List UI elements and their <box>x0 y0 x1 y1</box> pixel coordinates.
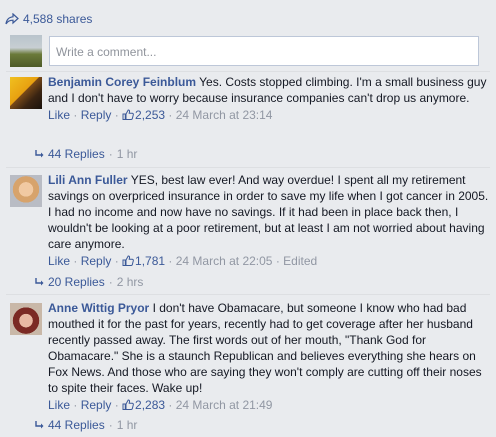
share-arrow-icon <box>5 13 19 25</box>
comment-timestamp[interactable]: 24 March at 21:49 <box>176 398 273 412</box>
author-name[interactable]: Anne Wittig Pryor <box>48 301 149 315</box>
like-count[interactable]: 2,283 <box>122 398 165 412</box>
reply-arrow-icon <box>35 149 44 157</box>
replies-toggle[interactable]: 44 Replies · 1 hr <box>35 417 137 433</box>
shares-count[interactable]: 4,588 shares <box>5 10 92 28</box>
like-count-value: 2,253 <box>135 108 166 122</box>
like-count[interactable]: 1,781 <box>122 254 165 268</box>
divider <box>6 167 490 168</box>
shares-label: 4,588 shares <box>23 12 93 26</box>
replies-count[interactable]: 44 Replies <box>48 418 105 432</box>
comment-actions: Like · Reply · 2,283 · 24 March at 21:49 <box>48 398 273 412</box>
like-count-value: 2,283 <box>135 398 166 412</box>
like-count[interactable]: 2,253 <box>122 108 165 122</box>
comment-actions: Like · Reply · 2,253 · 24 March at 23:14 <box>48 108 273 122</box>
replies-age: 2 hrs <box>116 275 144 289</box>
replies-toggle[interactable]: 44 Replies · 1 hr <box>35 146 137 162</box>
thumbs-up-icon <box>122 399 134 410</box>
comment-text: I don't have Obamacare, but someone I kn… <box>48 301 482 395</box>
edited-label[interactable]: Edited <box>283 254 317 268</box>
like-link[interactable]: Like <box>48 398 70 412</box>
like-count-value: 1,781 <box>135 254 166 268</box>
comment-timestamp[interactable]: 24 March at 22:05 <box>176 254 273 268</box>
replies-count[interactable]: 44 Replies <box>48 147 105 161</box>
reply-arrow-icon <box>35 277 44 285</box>
divider <box>6 294 490 295</box>
author-name[interactable]: Benjamin Corey Feinblum <box>48 75 196 89</box>
replies-toggle[interactable]: 20 Replies · 2 hrs <box>35 274 143 290</box>
comment-input[interactable]: Write a comment... <box>49 36 479 66</box>
reply-link[interactable]: Reply <box>81 108 112 122</box>
commenter-avatar[interactable] <box>10 175 42 207</box>
commenter-avatar[interactable] <box>10 77 42 109</box>
comment-text-block: Anne Wittig Pryor I don't have Obamacare… <box>48 300 490 396</box>
thumbs-up-icon <box>122 255 134 266</box>
replies-age: 1 hr <box>116 418 138 432</box>
reply-arrow-icon <box>35 420 44 428</box>
thumbs-up-icon <box>122 109 134 120</box>
commenter-avatar[interactable] <box>10 303 42 335</box>
current-user-avatar <box>10 35 42 67</box>
like-link[interactable]: Like <box>48 108 70 122</box>
comment-actions: Like · Reply · 1,781 · 24 March at 22:05… <box>48 254 318 268</box>
like-link[interactable]: Like <box>48 254 70 268</box>
reply-link[interactable]: Reply <box>81 398 112 412</box>
reply-link[interactable]: Reply <box>81 254 112 268</box>
replies-age: 1 hr <box>116 147 138 161</box>
comment-text-block: Lili Ann Fuller YES, best law ever! And … <box>48 172 490 252</box>
comment-composer: Write a comment... <box>10 35 479 67</box>
replies-count[interactable]: 20 Replies <box>48 275 105 289</box>
divider <box>6 71 490 72</box>
comment-timestamp[interactable]: 24 March at 23:14 <box>176 108 273 122</box>
comment-text-block: Benjamin Corey Feinblum Yes. Costs stopp… <box>48 74 490 106</box>
author-name[interactable]: Lili Ann Fuller <box>48 173 128 187</box>
